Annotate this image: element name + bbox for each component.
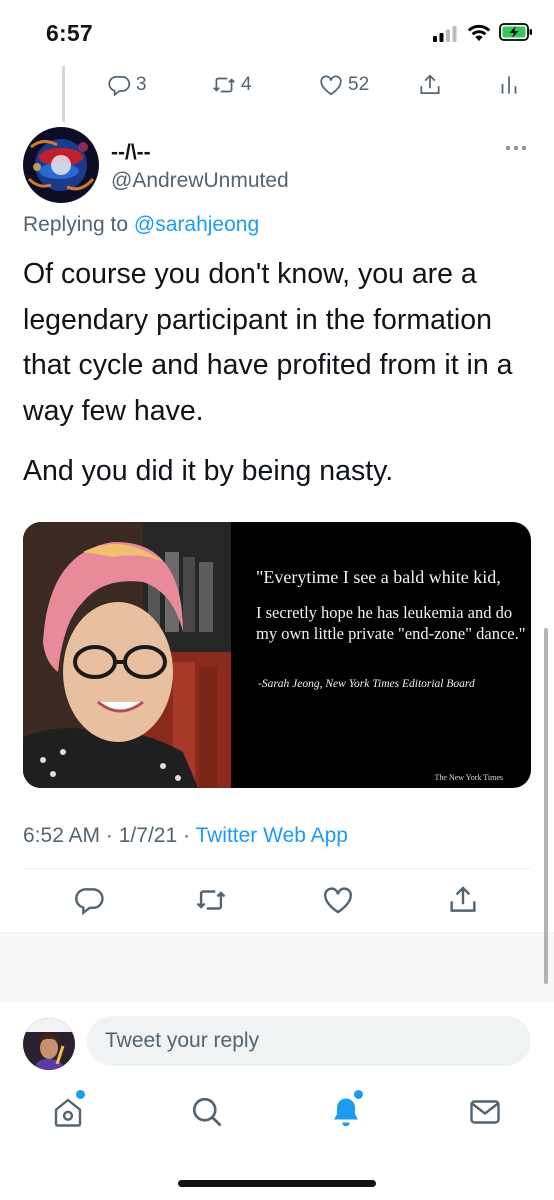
tweet-date: 1/7/21 [118, 824, 178, 847]
media-quote-line-1: "Everytime I see a bald white kid, [256, 567, 501, 587]
woman-portrait-photo [23, 522, 231, 788]
battery-charging-icon [499, 23, 532, 41]
status-time: 6:57 [46, 20, 93, 46]
tweet-body: Of course you don't know, you are a lege… [23, 252, 533, 510]
thread-connector-line [62, 66, 65, 122]
current-user-avatar-image [23, 1018, 75, 1070]
empty-replies-area [0, 932, 554, 1002]
analytics-icon [501, 76, 517, 94]
scrollbar-thumb[interactable] [544, 628, 548, 984]
previous-tweet-actions: 3 4 52 [106, 72, 526, 100]
reply-icon[interactable] [72, 883, 106, 917]
previous-share-button[interactable] [417, 72, 443, 98]
tweet-metadata: 6:52 AM · 1/7/21 · Twitter Web App [23, 824, 348, 848]
media-quote-line-2: I secretly hope he has leukemia and do m… [256, 603, 526, 643]
tweet-paragraph: Of course you don't know, you are a lege… [23, 258, 513, 427]
media-quote-attribution: -Sarah Jeong, New York Times Editorial B… [258, 678, 475, 690]
messages-icon[interactable] [467, 1094, 503, 1130]
search-icon[interactable] [189, 1094, 225, 1130]
heart-icon [320, 75, 342, 96]
retweet-icon [213, 77, 235, 93]
meta-separator: · [105, 824, 113, 847]
notifications-dot [354, 1090, 363, 1099]
share-icon[interactable] [446, 883, 480, 917]
home-icon[interactable] [50, 1094, 86, 1130]
previous-retweet-button[interactable]: 4 [211, 72, 252, 98]
replying-to-mention[interactable]: @sarahjeong [134, 213, 259, 236]
reply-composer [0, 1010, 554, 1072]
cellular-signal-icon [433, 26, 457, 42]
previous-retweet-count: 4 [241, 74, 252, 95]
bottom-tab-bar [0, 1082, 554, 1152]
home-notification-dot [76, 1090, 85, 1099]
media-watermark: The New York Times [434, 773, 503, 782]
tweet-source-link[interactable]: Twitter Web App [195, 824, 348, 847]
tweet-media-image[interactable]: "Everytime I see a bald white kid, I sec… [23, 522, 531, 788]
divider [23, 868, 531, 869]
home-indicator[interactable] [178, 1180, 376, 1187]
tweet-time: 6:52 AM [23, 824, 101, 847]
more-options-icon[interactable] [505, 143, 527, 153]
media-quote: "Everytime I see a bald white kid, I sec… [256, 566, 526, 690]
share-icon [420, 74, 440, 94]
tweet-header: --/\-- @AndrewUnmuted [23, 127, 533, 207]
previous-analytics-button[interactable] [496, 72, 522, 98]
previous-like-button[interactable]: 52 [318, 72, 369, 98]
status-bar: 6:57 [0, 0, 554, 64]
author-display-name[interactable]: --/\-- [111, 141, 151, 165]
tweet-actions [0, 883, 554, 923]
current-user-avatar[interactable] [23, 1018, 75, 1070]
tweet-paragraph: And you did it by being nasty. [23, 455, 394, 487]
heart-icon[interactable] [321, 883, 355, 917]
replying-to-prefix: Replying to [23, 213, 129, 236]
author-handle[interactable]: @AndrewUnmuted [111, 169, 289, 193]
reply-icon [108, 76, 131, 97]
meta-separator: · [182, 824, 190, 847]
wifi-icon [467, 24, 491, 41]
previous-reply-button[interactable]: 3 [106, 72, 147, 98]
author-avatar[interactable] [23, 127, 99, 203]
retweet-icon[interactable] [194, 883, 228, 917]
reply-input[interactable] [87, 1016, 531, 1066]
notifications-bell-icon[interactable] [328, 1094, 364, 1130]
replying-to-line: Replying to @sarahjeong [23, 213, 259, 237]
previous-reply-count: 3 [136, 74, 147, 95]
author-avatar-image [23, 127, 99, 203]
previous-like-count: 52 [348, 74, 370, 95]
